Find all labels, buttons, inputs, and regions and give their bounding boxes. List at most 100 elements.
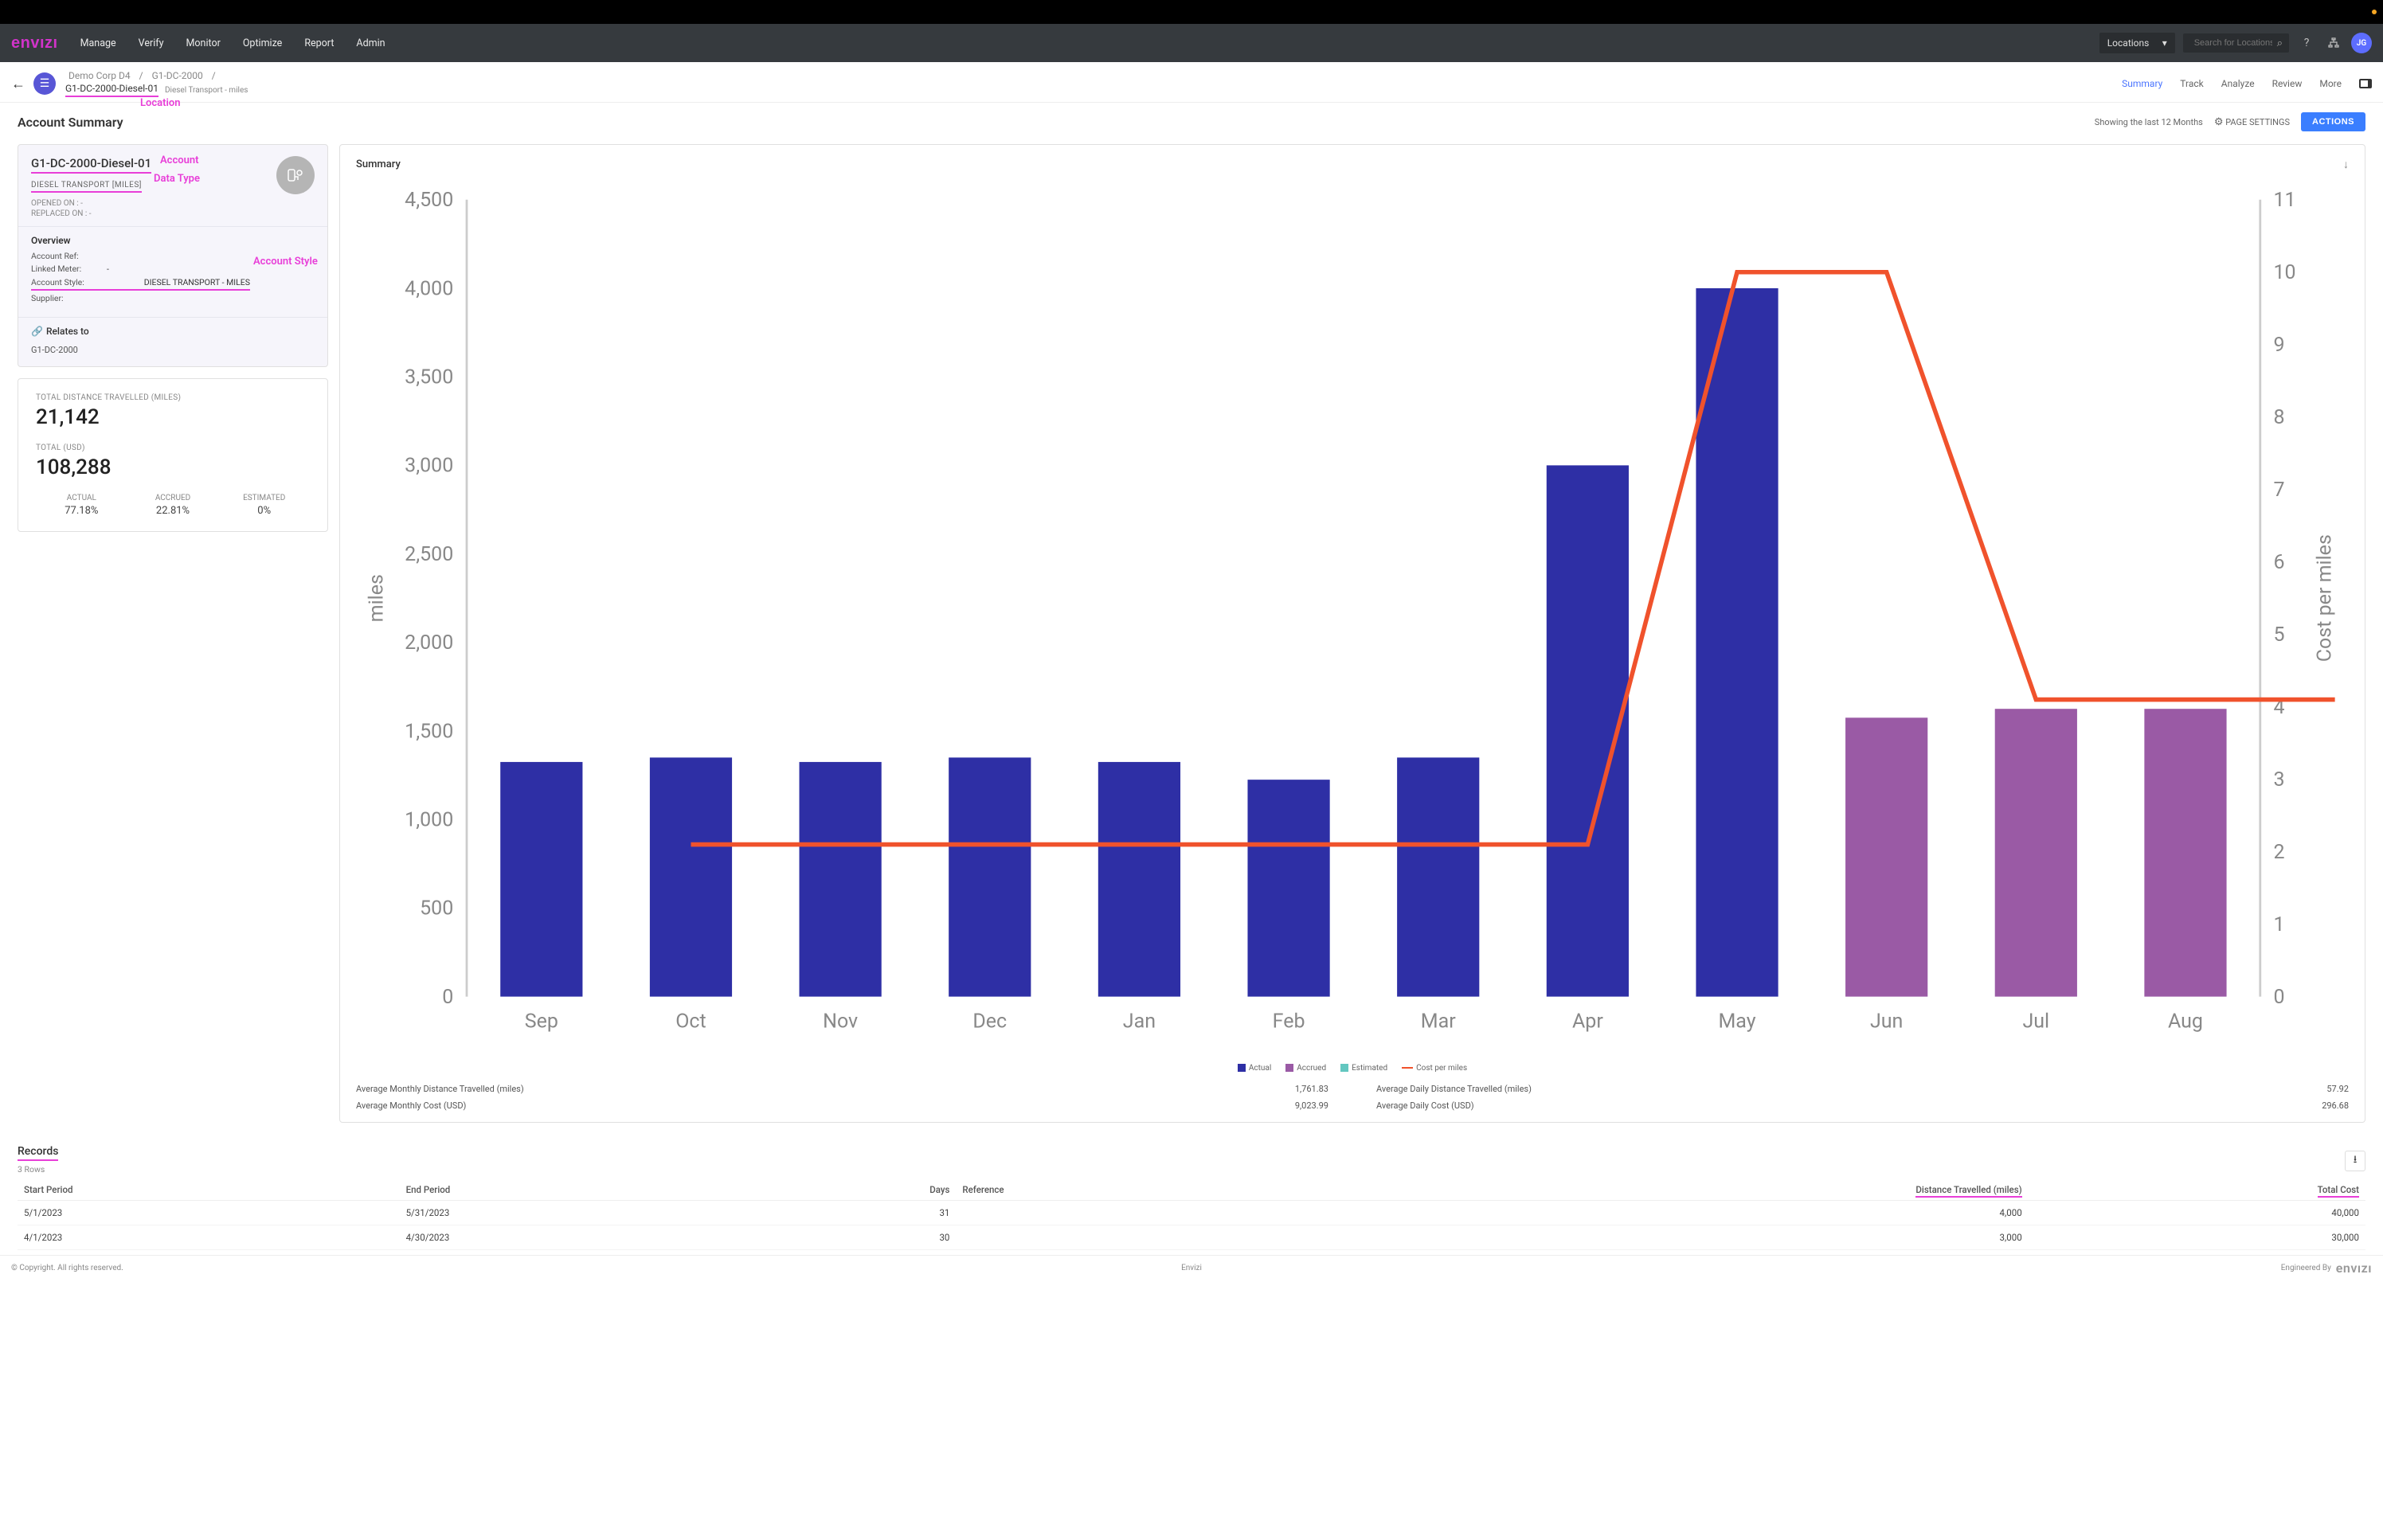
menu-circle-button[interactable]: ☰ [33, 72, 56, 95]
cost-label: TOTAL (USD) [36, 444, 310, 452]
replaced-on-label: REPLACED ON : [31, 209, 87, 218]
kv-key-style: Account Style: [31, 277, 107, 287]
page-title: Account Summary [18, 115, 123, 130]
sub-header: ← ☰ Demo Corp D4 / G1-DC-2000 / G1-DC-20… [0, 62, 2383, 103]
breadcrumb: Demo Corp D4 / G1-DC-2000 / G1-DC-2000-D… [65, 70, 248, 97]
kv-key-supplier: Supplier: [31, 293, 107, 303]
svg-text:10: 10 [2273, 261, 2295, 284]
subnav-track[interactable]: Track [2180, 78, 2203, 89]
crumb-root[interactable]: Demo Corp D4 [68, 70, 131, 81]
svg-text:Oct: Oct [675, 1010, 706, 1034]
subnav-summary[interactable]: Summary [2122, 78, 2162, 89]
col-distance[interactable]: Distance Travelled (miles) [1293, 1179, 2029, 1201]
svg-text:1,000: 1,000 [405, 809, 453, 832]
col-days[interactable]: Days [753, 1179, 956, 1201]
back-arrow-icon[interactable]: ← [11, 76, 25, 92]
panel-toggle-icon[interactable] [2359, 79, 2372, 88]
page-settings-button[interactable]: ⚙ PAGE SETTINGS [2214, 116, 2290, 128]
pct-accrued-label: ACCRUED [127, 494, 219, 502]
legend-actual-label: Actual [1249, 1064, 1271, 1073]
table-row[interactable]: 4/1/20234/30/2023303,00030,000 [18, 1225, 2365, 1250]
col-end-period[interactable]: End Period [400, 1179, 753, 1201]
crumb-subtitle: Diesel Transport - miles [165, 86, 248, 95]
pct-actual-label: ACTUAL [36, 494, 127, 502]
nav-monitor[interactable]: Monitor [186, 37, 221, 49]
footer-copyright: © Copyright. All rights reserved. [11, 1264, 123, 1272]
svg-text:miles: miles [365, 574, 388, 622]
account-card: Account Data Type G1-DC-2000-Diesel-01 D… [18, 144, 328, 367]
svg-text:4,500: 4,500 [405, 189, 453, 212]
help-icon[interactable]: ? [2297, 33, 2316, 53]
avg-monthly-dist-label: Average Monthly Distance Travelled (mile… [356, 1084, 524, 1094]
cost-value: 108,288 [36, 455, 310, 479]
summary-chart: 05001,0001,5002,0002,5003,0003,5004,0004… [356, 178, 2349, 1063]
account-name: G1-DC-2000-Diesel-01 [31, 156, 151, 174]
svg-text:Aug: Aug [2168, 1010, 2203, 1034]
search-input[interactable] [2189, 33, 2277, 53]
account-type-icon [276, 156, 315, 194]
col-start-period[interactable]: Start Period [18, 1179, 400, 1201]
records-title: Records [18, 1145, 58, 1161]
kv-key-ref: Account Ref: [31, 251, 107, 261]
svg-text:Cost per miles: Cost per miles [2314, 534, 2337, 662]
org-tree-icon[interactable] [2324, 33, 2343, 53]
summary-chart-card: Summary ↓ 05001,0001,5002,0002,5003,0003… [339, 144, 2365, 1123]
subnav-more[interactable]: More [2319, 78, 2342, 89]
col-total-cost[interactable]: Total Cost [2029, 1179, 2365, 1201]
svg-text:0: 0 [442, 986, 453, 1009]
records-table: Start Period End Period Days Reference D… [18, 1179, 2365, 1250]
svg-text:3,000: 3,000 [405, 455, 453, 478]
nav-admin[interactable]: Admin [356, 37, 385, 49]
window-top-strip [0, 0, 2383, 24]
kv-val-meter: - [107, 264, 109, 274]
svg-text:1,500: 1,500 [405, 720, 453, 743]
nav-manage[interactable]: Manage [80, 37, 116, 49]
svg-text:May: May [1718, 1010, 1755, 1034]
location-select[interactable]: Locations ▾ [2099, 33, 2175, 53]
svg-text:3: 3 [2273, 768, 2284, 791]
window-dot-icon [2372, 10, 2377, 14]
svg-text:8: 8 [2273, 406, 2284, 429]
nav-report[interactable]: Report [304, 37, 334, 49]
account-overview: Account Style Overview Account Ref: Link… [18, 226, 327, 317]
svg-text:Jan: Jan [1123, 1010, 1156, 1034]
top-navbar: envızı Manage Verify Monitor Optimize Re… [0, 24, 2383, 62]
pct-actual-value: 77.18% [36, 505, 127, 517]
page-settings-label: PAGE SETTINGS [2225, 117, 2290, 127]
search-box: ⌕ [2183, 33, 2289, 53]
replaced-on-value: - [89, 209, 92, 218]
nav-verify[interactable]: Verify [139, 37, 164, 49]
overview-title: Overview [31, 235, 315, 246]
chevron-down-icon: ▾ [2162, 37, 2167, 49]
records-download-icon[interactable]: ⭳ [2345, 1151, 2365, 1171]
svg-text:7: 7 [2273, 479, 2284, 502]
download-icon[interactable]: ↓ [2343, 158, 2349, 171]
table-row[interactable]: 5/1/20235/31/2023314,00040,000 [18, 1201, 2365, 1225]
legend-estimated-label: Estimated [1352, 1064, 1387, 1073]
legend-accrued-label: Accrued [1297, 1064, 1326, 1073]
crumb-sep: / [139, 70, 143, 81]
search-icon[interactable]: ⌕ [2277, 37, 2283, 49]
svg-text:Mar: Mar [1421, 1010, 1456, 1034]
kv-key-meter: Linked Meter: [31, 264, 107, 274]
actions-button[interactable]: ACTIONS [2301, 112, 2365, 131]
svg-text:Feb: Feb [1273, 1010, 1305, 1034]
footer: © Copyright. All rights reserved. Envizi… [0, 1255, 2383, 1280]
page-title-row: Account Summary Showing the last 12 Mont… [0, 103, 2383, 138]
nav-optimize[interactable]: Optimize [243, 37, 282, 49]
brand-logo: envızı [11, 34, 58, 53]
opened-on-label: OPENED ON : [31, 199, 79, 208]
subnav-review[interactable]: Review [2272, 78, 2303, 89]
svg-text:5: 5 [2273, 623, 2284, 647]
showing-range-text: Showing the last 12 Months [2095, 117, 2203, 127]
col-reference[interactable]: Reference [956, 1179, 1292, 1201]
account-data-type: DIESEL TRANSPORT [MILES] [31, 181, 142, 193]
user-avatar[interactable]: JG [2351, 33, 2372, 53]
subnav-analyze[interactable]: Analyze [2221, 78, 2255, 89]
svg-text:3,500: 3,500 [405, 366, 453, 389]
legend-accrued-swatch [1285, 1064, 1293, 1072]
avg-daily-cost-value: 296.68 [2322, 1100, 2349, 1111]
crumb-location[interactable]: G1-DC-2000 [152, 70, 203, 81]
relates-item[interactable]: G1-DC-2000 [31, 345, 315, 355]
svg-text:0: 0 [2273, 986, 2284, 1009]
